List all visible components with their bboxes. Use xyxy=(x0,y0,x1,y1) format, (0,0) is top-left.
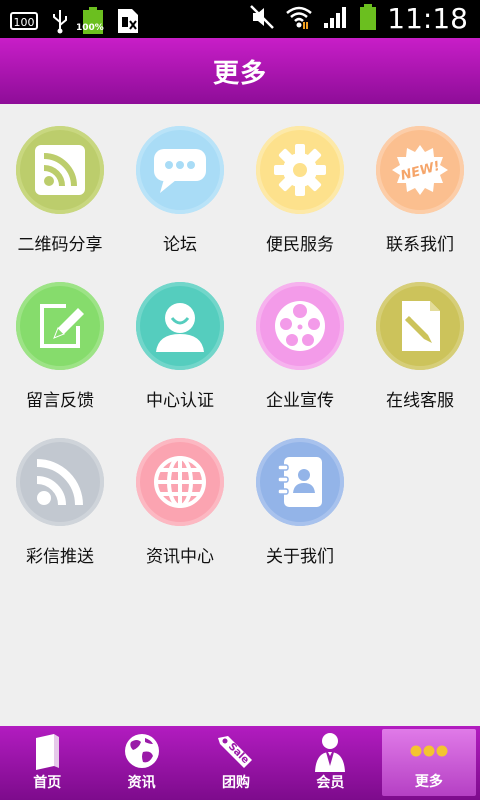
usb-icon xyxy=(50,8,70,38)
grid-item-mms-push[interactable]: 彩信推送 xyxy=(0,416,120,572)
mute-icon xyxy=(249,4,275,34)
wifi-icon xyxy=(285,4,313,34)
sale-tag-icon: Sale xyxy=(216,732,256,776)
clock: 11:18 xyxy=(387,2,468,35)
chat-bubble-icon xyxy=(136,126,224,214)
tab-home[interactable]: 首页 xyxy=(0,726,94,800)
grid-item-label: 留言反馈 xyxy=(26,391,94,411)
globe-icon xyxy=(136,438,224,526)
contact-book-icon xyxy=(256,438,344,526)
battery-icon xyxy=(359,3,377,35)
sim-icon xyxy=(116,7,140,39)
battery-100-icon: 100 xyxy=(10,10,40,36)
tab-label: 团购 xyxy=(222,775,251,791)
film-reel-icon xyxy=(256,282,344,370)
grid-item-label: 便民服务 xyxy=(266,235,334,255)
grid-item-label: 在线客服 xyxy=(386,391,454,411)
grid-item-label: 二维码分享 xyxy=(17,235,103,255)
rss-icon xyxy=(16,438,104,526)
grid-item-label: 中心认证 xyxy=(146,391,214,411)
battery-full-icon: 100% xyxy=(76,6,106,40)
grid-item-label: 关于我们 xyxy=(266,547,334,567)
signal-icon xyxy=(323,5,349,33)
svg-text:100: 100 xyxy=(14,16,35,29)
tab-group-buy[interactable]: Sale 团购 xyxy=(189,726,283,800)
new-badge-icon: NEW! xyxy=(376,126,464,214)
member-icon xyxy=(313,732,347,776)
battery-percent-text: 100% xyxy=(76,23,104,33)
gear-icon xyxy=(256,126,344,214)
rss-square-icon xyxy=(16,126,104,214)
grid-item-feedback[interactable]: 留言反馈 xyxy=(0,260,120,416)
grid-item-label: 企业宣传 xyxy=(266,391,334,411)
more-dots-icon xyxy=(409,743,449,763)
grid-item-forum[interactable]: 论坛 xyxy=(120,104,240,260)
tab-news[interactable]: 资讯 xyxy=(94,726,188,800)
grid-item-label: 论坛 xyxy=(163,235,197,255)
globe-icon xyxy=(123,732,161,774)
grid-item-label: 彩信推送 xyxy=(26,547,94,567)
user-icon xyxy=(136,282,224,370)
grid-item-news-center[interactable]: 资讯中心 xyxy=(120,416,240,572)
tab-member[interactable]: 会员 xyxy=(283,726,377,800)
grid-item-label: 联系我们 xyxy=(386,235,454,255)
grid-item-services[interactable]: 便民服务 xyxy=(240,104,360,260)
document-pencil-icon xyxy=(376,282,464,370)
grid-item-about-us[interactable]: 关于我们 xyxy=(240,416,360,572)
grid-item-label: 资讯中心 xyxy=(146,547,214,567)
book-icon xyxy=(32,732,62,774)
grid-item-contact[interactable]: NEW! 联系我们 xyxy=(360,104,480,260)
grid-item-online-service[interactable]: 在线客服 xyxy=(360,260,480,416)
edit-note-icon xyxy=(16,282,104,370)
tab-label: 会员 xyxy=(316,775,345,791)
title-bar: 更多 xyxy=(0,38,480,104)
page-title: 更多 xyxy=(212,58,267,89)
grid-item-qr-share[interactable]: 二维码分享 xyxy=(0,104,120,260)
tab-label: 更多 xyxy=(414,774,443,790)
tab-more[interactable]: 更多 xyxy=(381,729,477,796)
grid-item-certification[interactable]: 中心认证 xyxy=(120,260,240,416)
status-bar: 100 100% 11:18 xyxy=(0,0,480,38)
grid-item-promotion[interactable]: 企业宣传 xyxy=(240,260,360,416)
tab-label: 资讯 xyxy=(127,775,156,791)
tab-label: 首页 xyxy=(33,775,62,791)
bottom-tab-bar: 首页 资讯 Sale 团购 会员 更多 xyxy=(0,726,480,800)
